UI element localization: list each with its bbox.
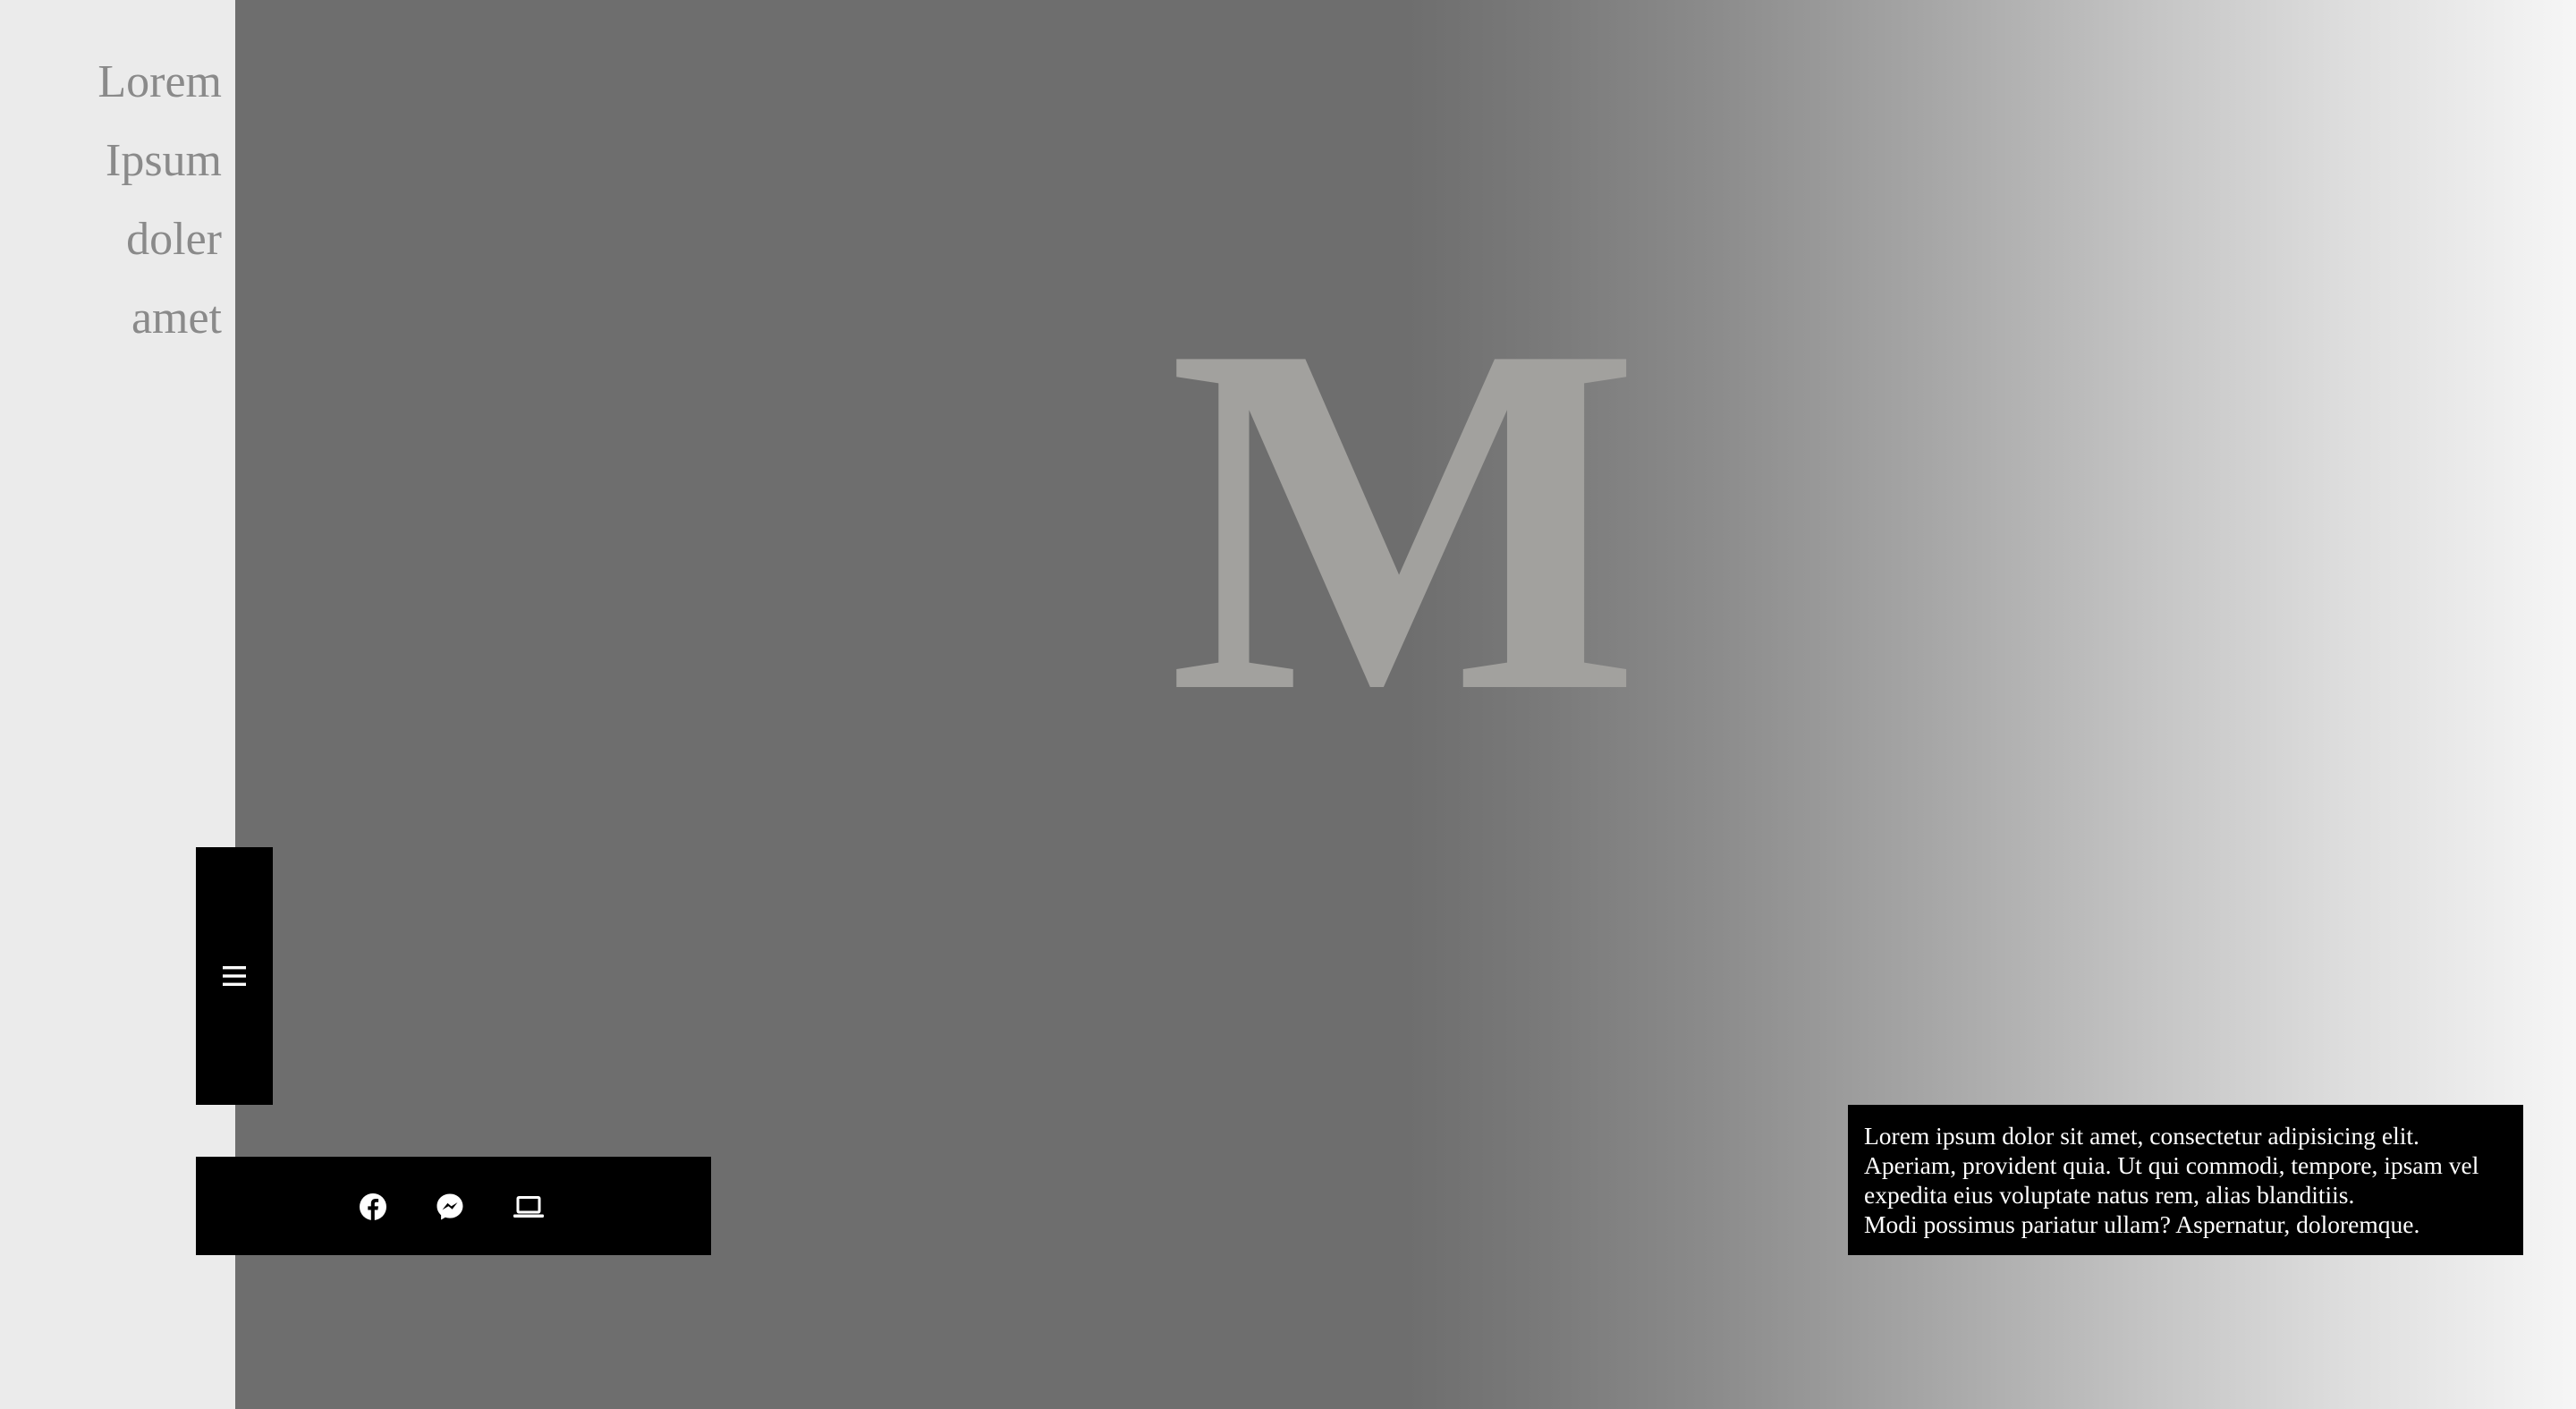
nav-item-doler[interactable]: doler [97,200,222,279]
hero-logo-letter: M [1167,304,1641,734]
info-text-box: Lorem ipsum dolor sit amet, consectetur … [1848,1105,2523,1255]
social-bar [196,1157,711,1255]
nav-item-ipsum[interactable]: Ipsum [97,122,222,200]
info-paragraph-1: Lorem ipsum dolor sit amet, consectetur … [1864,1122,2479,1209]
nav-menu: Lorem Ipsum doler amet [97,43,222,358]
messenger-icon[interactable] [432,1189,468,1225]
info-paragraph-2: Modi possimus pariatur ullam? Aspernatur… [1864,1210,2420,1238]
facebook-icon[interactable] [355,1189,391,1225]
nav-item-amet[interactable]: amet [97,279,222,358]
nav-item-lorem[interactable]: Lorem [97,43,222,122]
hamburger-menu-icon [223,965,246,987]
page: Lorem Ipsum doler amet M Lorem ipsum dol… [0,0,2576,1409]
laptop-icon[interactable] [511,1189,547,1225]
menu-toggle-button[interactable] [196,847,273,1105]
